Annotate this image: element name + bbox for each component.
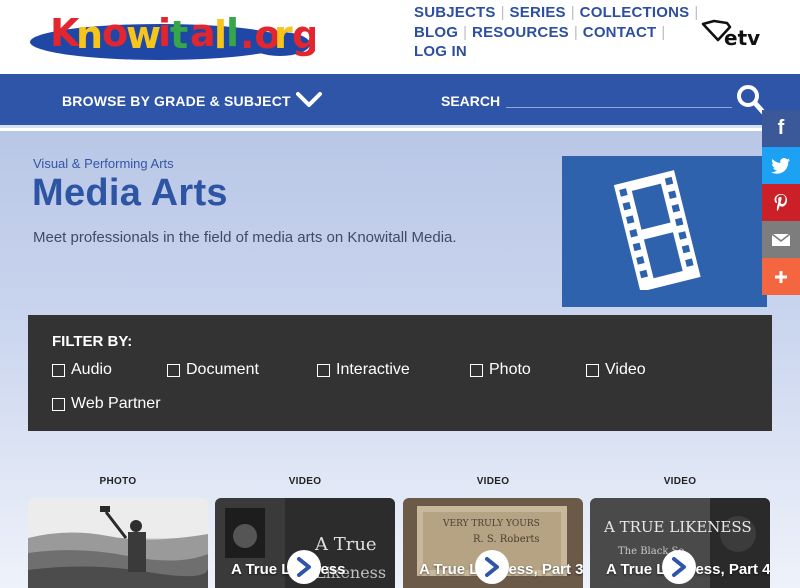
checkbox[interactable]: [52, 363, 65, 377]
svg-text:etv: etv: [724, 26, 760, 50]
filter-video[interactable]: Video: [586, 361, 646, 379]
media-card-video[interactable]: A TRUE LIKENESS The Black So A True Like…: [590, 498, 770, 588]
filter-photo[interactable]: Photo: [470, 361, 531, 379]
media-card-video[interactable]: A True Likeness A True Likeness: [215, 498, 395, 588]
svg-text:r: r: [274, 13, 293, 57]
play-button[interactable]: [662, 550, 696, 584]
card-thumbnail: [28, 498, 208, 588]
media-card-photo[interactable]: [28, 498, 208, 588]
etv-logo[interactable]: etv: [700, 18, 770, 52]
filter-web-partner[interactable]: Web Partner: [52, 395, 161, 413]
pinterest-icon[interactable]: [762, 184, 800, 221]
nav-resources[interactable]: RESOURCES: [472, 24, 569, 41]
search-input[interactable]: [506, 88, 732, 108]
twitter-icon[interactable]: [762, 147, 800, 184]
svg-text:VERY TRULY YOURS: VERY TRULY YOURS: [442, 519, 540, 529]
filter-audio[interactable]: Audio: [52, 361, 112, 379]
nav-subjects[interactable]: SUBJECTS: [414, 4, 496, 21]
chevron-right-icon: [485, 557, 499, 577]
checkbox[interactable]: [317, 363, 330, 377]
site-header: K n o w i t a l l .o r g SUBJECTS | SERIES…: [0, 0, 800, 74]
card-type-label: VIDEO: [663, 476, 697, 487]
play-button[interactable]: [475, 550, 509, 584]
checkbox[interactable]: [52, 397, 65, 411]
page-title: Media Arts: [32, 172, 228, 214]
svg-text:R. S. Roberts: R. S. Roberts: [473, 534, 540, 545]
svg-text:o: o: [102, 11, 128, 55]
checkbox[interactable]: [470, 363, 483, 377]
hero-section: Visual & Performing Arts Media Arts Meet…: [0, 131, 800, 588]
checkbox[interactable]: [586, 363, 599, 377]
card-type-label: VIDEO: [288, 476, 322, 487]
nav-login[interactable]: LOG IN: [414, 43, 467, 60]
page-description: Meet professionals in the field of media…: [33, 229, 457, 246]
breadcrumb[interactable]: Visual & Performing Arts: [33, 156, 174, 171]
nav-collections[interactable]: COLLECTIONS: [580, 4, 690, 21]
nav-contact[interactable]: CONTACT: [583, 24, 657, 41]
top-nav: SUBJECTS | SERIES | COLLECTIONS | BLOG | RESOUR…: [414, 4, 699, 60]
filter-panel: FILTER BY: Audio Document Interactive Ph…: [28, 315, 772, 431]
chevron-right-icon: [297, 557, 311, 577]
media-card-video[interactable]: VERY TRULY YOURS R. S. Roberts A True Li…: [403, 498, 583, 588]
search-label: SEARCH: [441, 93, 501, 109]
main-navbar: BROWSE BY GRADE & SUBJECT SEARCH: [0, 74, 800, 128]
chevron-right-icon: [672, 557, 686, 577]
film-strip-icon: [613, 170, 701, 290]
svg-text:A TRUE LIKENESS: A TRUE LIKENESS: [603, 518, 752, 536]
nav-series[interactable]: SERIES: [510, 4, 566, 21]
filter-document[interactable]: Document: [167, 361, 259, 379]
svg-text:A True: A True: [314, 534, 377, 555]
email-icon[interactable]: [762, 221, 800, 258]
facebook-icon[interactable]: f: [762, 110, 800, 147]
svg-text:w: w: [126, 13, 161, 57]
card-type-label: VIDEO: [476, 476, 510, 487]
svg-text:l: l: [226, 11, 239, 55]
svg-text:t: t: [170, 13, 188, 57]
plus-icon[interactable]: [762, 258, 800, 295]
hero-image: [562, 156, 767, 307]
browse-menu-label[interactable]: BROWSE BY GRADE & SUBJECT: [62, 93, 291, 109]
svg-text:g: g: [292, 13, 315, 57]
filter-interactive[interactable]: Interactive: [317, 361, 410, 379]
social-share-bar: f: [762, 110, 800, 295]
nav-blog[interactable]: BLOG: [414, 24, 458, 41]
chevron-down-icon[interactable]: [296, 91, 322, 109]
checkbox[interactable]: [167, 363, 180, 377]
svg-text:n: n: [76, 13, 103, 57]
svg-text:a: a: [190, 11, 216, 55]
filter-title: FILTER BY:: [52, 333, 133, 350]
card-type-label: PHOTO: [99, 476, 137, 487]
play-button[interactable]: [287, 550, 321, 584]
knowitall-logo[interactable]: K n o w i t a l l .o r g: [30, 6, 319, 64]
